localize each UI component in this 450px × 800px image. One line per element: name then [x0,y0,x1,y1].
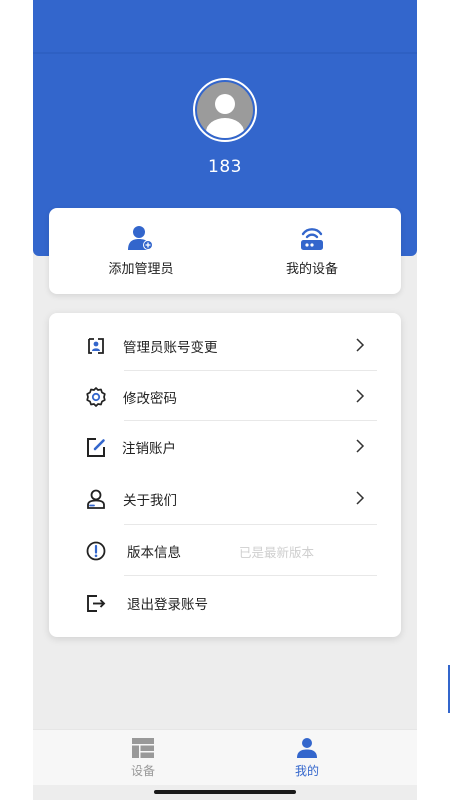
add-admin-label: 添加管理员 [108,262,174,277]
menu-item-delete-account[interactable]: 注销账户 [49,421,401,471]
menu-label-delete-account: 注销账户 [122,441,176,457]
chevron-right-icon [356,491,365,505]
header-divider [33,52,417,54]
info-icon [86,541,106,561]
tab-label-devices: 设备 [130,764,155,778]
profile-screen: 183 添加管理员 我的设备 管理员账号变更 修改密码 注销账户 关于我们 版本… [33,0,450,800]
chevron-right-icon [356,439,365,453]
username: 183 [208,157,242,177]
avatar-placeholder-icon [197,82,253,138]
menu-item-change-admin[interactable]: 管理员账号变更 [49,320,401,370]
menu-item-about-us[interactable]: 关于我们 [49,473,401,523]
chevron-right-icon [356,389,365,403]
logout-icon [87,595,106,612]
add-admin-button[interactable]: 添加管理员 [76,224,206,280]
person-icon [297,738,317,758]
dashboard-icon [132,738,154,758]
menu-label-about-us: 关于我们 [123,493,177,509]
gear-icon [86,387,106,407]
edit-icon [87,438,105,457]
divider [124,575,377,576]
menu-item-logout[interactable]: 退出登录账号 [49,577,401,627]
tab-devices[interactable]: 设备 [103,738,183,782]
swap-admin-icon [88,338,104,354]
version-status-text: 已是最新版本 [239,545,315,560]
menu-label-change-password: 修改密码 [123,391,177,407]
settings-menu-card: 管理员账号变更 修改密码 注销账户 关于我们 版本信息 已是最新版本 退出登录账… [49,313,401,637]
quick-actions-card: 添加管理员 我的设备 [49,208,401,294]
my-devices-button[interactable]: 我的设备 [247,224,377,280]
menu-label-version-info: 版本信息 [127,545,181,561]
tab-label-profile: 我的 [294,764,319,778]
person-icon [87,489,105,509]
bottom-tab-bar: 设备 我的 [33,729,417,785]
home-indicator[interactable] [154,790,296,794]
add-admin-icon [128,226,153,250]
menu-label-logout: 退出登录账号 [127,597,208,613]
avatar[interactable] [193,78,257,142]
menu-label-change-admin: 管理员账号变更 [123,340,218,356]
router-icon [301,228,323,250]
chevron-right-icon [356,338,365,352]
tab-profile[interactable]: 我的 [267,738,347,782]
my-devices-label: 我的设备 [285,262,338,277]
menu-item-change-password[interactable]: 修改密码 [49,371,401,421]
menu-item-version-info[interactable]: 版本信息 已是最新版本 [49,525,401,575]
